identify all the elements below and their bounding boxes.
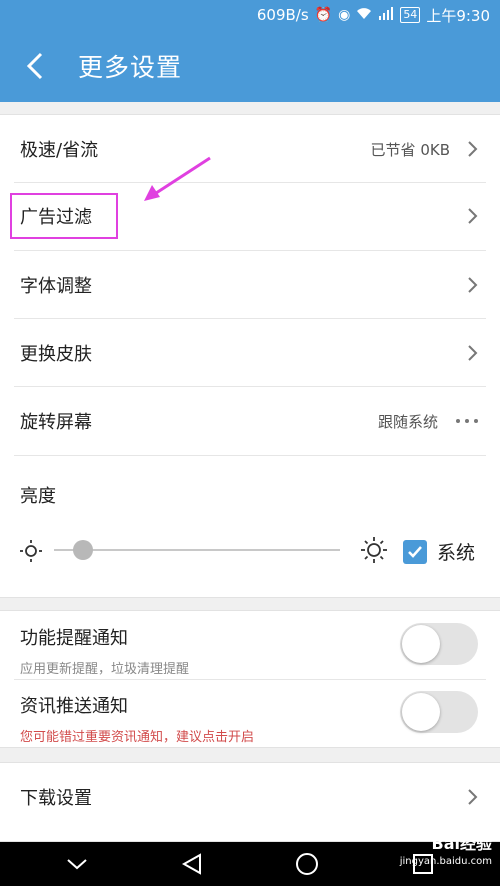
page-title: 更多设置	[78, 53, 183, 82]
brightness-slider-thumb[interactable]	[72, 540, 93, 560]
download-settings-label: 下载设置	[20, 788, 92, 809]
follow-system-label: 系统	[437, 542, 476, 564]
chevron-right-icon	[468, 276, 478, 293]
chevron-right-icon	[468, 344, 478, 361]
feature-notification-toggle[interactable]	[400, 623, 478, 665]
chevron-right-icon	[468, 789, 478, 805]
status-bar: 609B/s ⏰ ◉ 54 上午9:30	[0, 0, 500, 30]
toggle-knob	[402, 625, 440, 663]
toggle-knob	[402, 693, 440, 731]
rotate-screen-value: 跟随系统	[377, 412, 438, 431]
saved-data-value: 已节省 0KB	[370, 140, 450, 159]
clock: 上午9:30	[426, 6, 490, 25]
signal-icon	[378, 6, 394, 24]
font-adjust-label: 字体调整	[20, 275, 92, 297]
watermark-url: jingyan.baidu.com	[399, 856, 492, 867]
back-arrow-icon	[26, 52, 43, 80]
back-button[interactable]	[0, 30, 70, 102]
eye-icon: ◉	[338, 7, 351, 23]
pointer-arrow-icon	[144, 156, 211, 201]
font-adjust-row[interactable]: 字体调整	[0, 251, 500, 318]
news-notification-toggle[interactable]	[400, 691, 478, 733]
watermark-brand: Bai经验	[431, 834, 492, 853]
skin-row[interactable]: 更换皮肤	[0, 319, 500, 386]
battery-icon: 54	[400, 7, 421, 23]
follow-system-checkbox[interactable]	[403, 539, 427, 564]
rotate-screen-label: 旋转屏幕	[20, 412, 92, 433]
alarm-icon: ⏰	[314, 7, 333, 23]
brightness-label: 亮度	[20, 486, 56, 507]
check-icon	[408, 545, 422, 558]
skin-label: 更换皮肤	[20, 343, 92, 365]
home-circle-icon[interactable]	[295, 852, 319, 876]
app-bar: 更多设置	[0, 30, 500, 102]
watermark: Bai经验 jingyan.baidu.com	[400, 835, 492, 871]
network-speed: 609B/s	[256, 6, 309, 24]
brightness-slider-track[interactable]	[54, 549, 340, 551]
back-triangle-icon[interactable]	[181, 853, 203, 875]
speed-mode-row[interactable]: 极速/省流 已节省 0KB	[0, 116, 500, 182]
chevron-right-icon	[468, 208, 478, 224]
brightness-high-icon	[361, 537, 387, 563]
chevron-right-icon	[468, 141, 478, 157]
rotate-screen-row[interactable]: 旋转屏幕 跟随系统	[0, 387, 500, 455]
chevron-down-icon[interactable]	[66, 857, 88, 871]
highlight-box	[10, 193, 118, 239]
more-options-icon[interactable]	[456, 419, 478, 423]
wifi-icon	[356, 6, 372, 24]
divider	[14, 455, 486, 456]
download-settings-row[interactable]: 下载设置	[0, 764, 500, 830]
brightness-low-icon	[20, 540, 42, 562]
follow-system-control[interactable]: 系统	[403, 538, 475, 565]
brightness-row: 亮度	[0, 470, 500, 520]
